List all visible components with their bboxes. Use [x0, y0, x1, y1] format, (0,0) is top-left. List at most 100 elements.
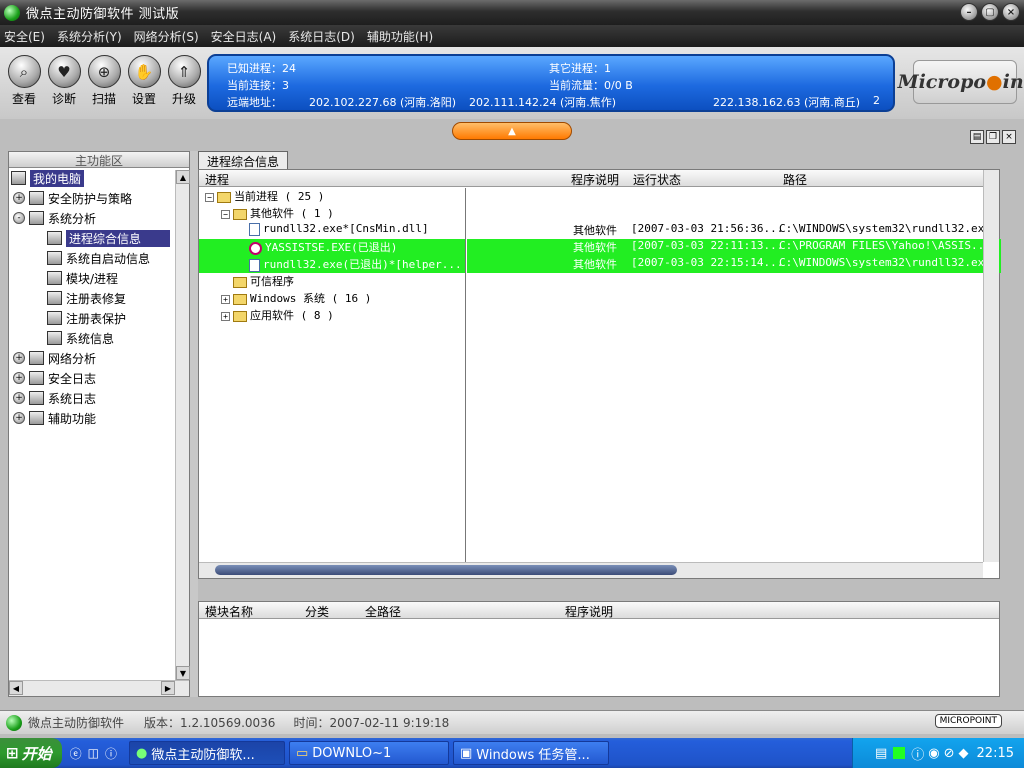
- process-tree-row[interactable]: 可信程序: [199, 273, 465, 290]
- nav-item[interactable]: + 安全日志: [9, 368, 189, 388]
- process-name: rundll32.exe*[CnsMin.dll]: [263, 222, 429, 235]
- collapse-icon[interactable]: −: [205, 193, 214, 202]
- shield-icon[interactable]: ◆: [959, 746, 969, 761]
- expand-icon[interactable]: +: [13, 372, 25, 384]
- expand-icon[interactable]: +: [13, 392, 25, 404]
- process-desc: 其他软件: [573, 241, 617, 254]
- nav-item[interactable]: 我的电脑: [9, 168, 189, 188]
- col-description[interactable]: 程序说明: [571, 171, 619, 188]
- task-micropoint[interactable]: ● 微点主动防御软...: [128, 741, 285, 765]
- splitter[interactable]: [190, 151, 198, 697]
- col-path[interactable]: 路径: [783, 171, 807, 188]
- close-button[interactable]: ×: [1002, 3, 1020, 21]
- volume-icon[interactable]: ◉: [928, 746, 939, 761]
- process-detail-row[interactable]: [467, 273, 1001, 290]
- process-tree-row[interactable]: − 其他软件 ( 1 ): [199, 205, 465, 222]
- scroll-right-arrow[interactable]: ▶: [161, 681, 175, 695]
- process-detail-row[interactable]: [467, 290, 1001, 307]
- process-tree-row[interactable]: rundll32.exe(已退出)*[helper...: [199, 256, 465, 273]
- tab-process-info[interactable]: 进程综合信息: [198, 151, 289, 169]
- process-tree-row[interactable]: − 当前进程 ( 25 ): [199, 188, 465, 205]
- nav-item[interactable]: 模块/进程: [9, 268, 189, 288]
- process-detail-row[interactable]: [467, 205, 1001, 222]
- nav-item[interactable]: + 网络分析: [9, 348, 189, 368]
- menu-security-log[interactable]: 安全日志(A): [211, 28, 277, 45]
- collapse-toolbar-button[interactable]: ▲: [452, 122, 572, 140]
- process-detail-row[interactable]: 其他软件 [2007-03-03 22:11:13... C:\PROGRAM FI…: [467, 239, 1001, 256]
- process-tree-row[interactable]: rundll32.exe*[CnsMin.dll]: [199, 222, 465, 239]
- close-panel-icon[interactable]: ×: [1002, 130, 1016, 144]
- block-icon[interactable]: ⊘: [944, 746, 955, 761]
- process-vertical-scrollbar[interactable]: [983, 170, 999, 562]
- ie-icon[interactable]: ⓔ: [70, 745, 82, 762]
- expand-icon[interactable]: +: [13, 192, 25, 204]
- expand-icon[interactable]: +: [221, 312, 230, 321]
- process-detail-row[interactable]: 其他软件 [2007-03-03 22:15:14... C:\WINDOWS\sy…: [467, 256, 1001, 273]
- nav-item[interactable]: 进程综合信息: [9, 228, 189, 248]
- menu-network-analysis[interactable]: 网络分析(S): [134, 28, 199, 45]
- scroll-down-arrow[interactable]: ▼: [176, 666, 190, 680]
- nav-item[interactable]: 系统信息: [9, 328, 189, 348]
- process-tree-row[interactable]: YASSISTSE.EXE(已退出): [199, 239, 465, 256]
- tool-scan-button[interactable]: ⊕ 扫描: [84, 55, 124, 107]
- process-tree-row[interactable]: + 应用软件 ( 8 ): [199, 307, 465, 324]
- scroll-up-arrow[interactable]: ▲: [176, 170, 190, 184]
- nav-tree: 我的电脑 + 安全防护与策略 - 系统分析 进程综合信息 系统自启动信息模块/进程注册表修复…: [9, 168, 189, 428]
- col-category[interactable]: 分类: [305, 603, 329, 620]
- scroll-left-arrow[interactable]: ◀: [9, 681, 23, 695]
- process-detail-row[interactable]: [467, 307, 1001, 324]
- nav-item[interactable]: 注册表修复: [9, 288, 189, 308]
- expand-icon[interactable]: +: [221, 295, 230, 304]
- menu-aux-functions[interactable]: 辅助功能(H): [367, 28, 433, 45]
- tool-upgrade-button[interactable]: ⇑ 升级: [164, 55, 204, 107]
- col-status[interactable]: 运行状态: [633, 171, 681, 188]
- nav-item[interactable]: + 辅助功能: [9, 408, 189, 428]
- start-button[interactable]: ⊞ 开始: [0, 738, 62, 768]
- explorer-icon[interactable]: ◫: [88, 746, 99, 760]
- expand-icon[interactable]: +: [13, 412, 25, 424]
- process-horizontal-scrollbar[interactable]: [199, 562, 983, 578]
- process-detail-row[interactable]: [467, 188, 1001, 205]
- menu-system-log[interactable]: 系统日志(D): [288, 28, 355, 45]
- process-tree-row[interactable]: + Windows 系统 ( 16 ): [199, 290, 465, 307]
- left-vertical-scrollbar[interactable]: ▲ ▼: [175, 170, 190, 680]
- nav-item-icon: [47, 271, 62, 285]
- heart-icon: ♥: [47, 55, 81, 88]
- nav-item[interactable]: 注册表保护: [9, 308, 189, 328]
- process-name: Windows 系统 ( 16 ): [250, 292, 372, 305]
- nav-item[interactable]: + 安全防护与策略: [9, 188, 189, 208]
- collapse-icon[interactable]: −: [221, 210, 230, 219]
- maximize-button[interactable]: ▢: [981, 3, 999, 21]
- tool-view-button[interactable]: ⌕ 查看: [4, 55, 44, 107]
- collapse-icon[interactable]: -: [13, 212, 25, 224]
- tool-settings-button[interactable]: ✋ 设置: [124, 55, 164, 107]
- tile-icon[interactable]: ▤: [970, 130, 984, 144]
- process-detail-row[interactable]: 其他软件 [2007-03-03 21:56:36... C:\WINDOWS\sy…: [467, 222, 1001, 239]
- nav-item[interactable]: + 系统日志: [9, 388, 189, 408]
- task-task-manager[interactable]: ▣ Windows 任务管...: [452, 741, 609, 765]
- micropoint-tray-icon[interactable]: [893, 747, 906, 759]
- menu-security[interactable]: 安全(E): [4, 28, 45, 45]
- process-status: [2007-03-03 22:11:13...: [631, 239, 784, 252]
- col-program-desc[interactable]: 程序说明: [565, 603, 613, 620]
- restore-icon[interactable]: ❐: [986, 130, 1000, 144]
- scroll-thumb[interactable]: [215, 565, 677, 575]
- minimize-button[interactable]: –: [960, 3, 978, 21]
- info-icon[interactable]: ⓘ: [911, 744, 924, 763]
- quicklaunch-icon[interactable]: ⓘ: [105, 745, 117, 762]
- task-downloads[interactable]: ▭ DOWNLO~1: [288, 741, 449, 765]
- left-horizontal-scrollbar[interactable]: ◀ ▶: [9, 680, 189, 696]
- nav-item[interactable]: 系统自启动信息: [9, 248, 189, 268]
- nav-item[interactable]: - 系统分析: [9, 208, 189, 228]
- expand-icon[interactable]: +: [13, 352, 25, 364]
- menu-system-analysis[interactable]: 系统分析(Y): [57, 28, 122, 45]
- scan-icon: ⊕: [87, 55, 121, 88]
- col-process[interactable]: 进程: [205, 171, 229, 188]
- nav-item-label: 模块/进程: [66, 271, 119, 286]
- process-path: C:\PROGRAM FILES\Yahoo!\ASSIS...: [779, 239, 991, 252]
- file-icon: [249, 222, 260, 236]
- col-module-name[interactable]: 模块名称: [205, 603, 253, 620]
- tool-diagnose-button[interactable]: ♥ 诊断: [44, 55, 84, 107]
- network-icon[interactable]: ▤: [875, 746, 887, 761]
- col-full-path[interactable]: 全路径: [365, 603, 401, 620]
